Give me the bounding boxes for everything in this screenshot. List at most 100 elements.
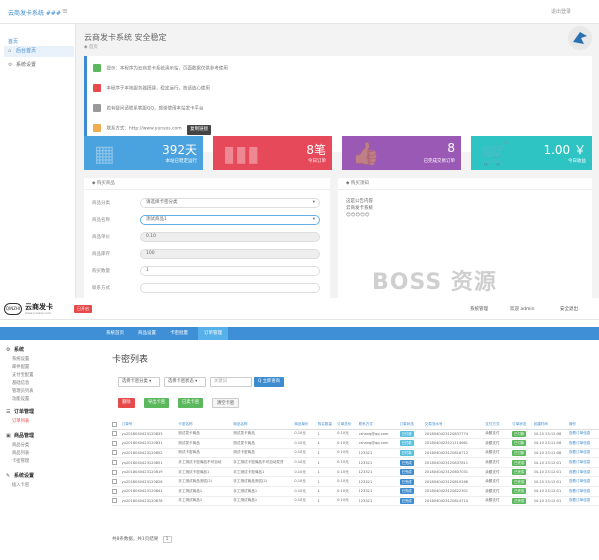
table-cell: 测试卡密商品: [178, 448, 234, 459]
row-checkbox-cell: [112, 448, 122, 459]
app-logo[interactable]: 云商发卡系统 ###: [8, 8, 61, 17]
select-all-checkbox[interactable]: [112, 421, 117, 427]
nav-item-home[interactable]: 系统首页: [100, 327, 130, 340]
sidebar-item[interactable]: 商品分类: [12, 442, 29, 448]
sidebar-item[interactable]: 系统设置: [12, 356, 29, 362]
row-checkbox[interactable]: [112, 498, 117, 504]
stat-value: 1.00 ￥: [543, 143, 586, 157]
view-order-link[interactable]: 查看订单信息: [568, 457, 599, 468]
table-cell: yu2018040423120851: [121, 457, 179, 468]
sidebar-section-system[interactable]: ⚙ 系统: [6, 346, 24, 353]
chart-icon: ▮▮▮: [223, 142, 260, 167]
view-order-link[interactable]: 查看订单信息: [568, 448, 599, 459]
row-checkbox[interactable]: [112, 440, 117, 446]
status-badge: 已付款: [399, 440, 414, 447]
table-cell: 123321: [358, 476, 400, 488]
sidebar-item[interactable]: 功能设置: [12, 396, 29, 402]
sold-cards-button[interactable]: 已卖卡密: [178, 398, 204, 408]
notice-line: 这是公告内容: [346, 199, 373, 204]
table-cell: 手工测试商品测试(2): [178, 476, 234, 488]
table-cell: 0.10元: [337, 476, 359, 488]
view-order-link[interactable]: 查看订单信息: [568, 429, 599, 440]
menu-icon[interactable]: ≡: [62, 7, 70, 15]
chevron-down-icon: ▾: [312, 217, 315, 222]
table-row[interactable]: yu2018040423120841 手工测试商品1 手工测试商品1 0.10元 1 0.…: [112, 486, 599, 497]
category-select[interactable]: 请选择卡密分类 ▾: [140, 198, 320, 208]
welcome-user[interactable]: 欢迎 admin: [510, 306, 535, 312]
view-order-link[interactable]: 查看订单信息: [568, 486, 599, 497]
table-row[interactable]: yu2018040423120819 手工测试卡密商品1 手工测试卡密商品1 0.10…: [112, 467, 599, 478]
delete-button[interactable]: 删除: [118, 398, 135, 408]
table-row[interactable]: yu2018040423120831 测试发卡商品 测试发卡商品 0.10元 1 0.10…: [112, 438, 599, 449]
export-cards-button[interactable]: 导出卡密: [144, 398, 170, 408]
row-checkbox[interactable]: [112, 488, 117, 494]
sidebar-item[interactable]: 管理员列表: [12, 388, 33, 394]
top-nav: 系统首页 商品设置 卡密批量 订单管理: [0, 327, 599, 340]
app-logo[interactable]: QINZHI 云商发卡 www.yunsos.com: [4, 302, 66, 316]
nav-item-cards[interactable]: 卡密批量: [164, 327, 194, 340]
view-order-link[interactable]: 查看订单信息: [568, 496, 599, 507]
sidebar-item[interactable]: 基础信息: [12, 380, 29, 386]
sidebar-section-settings[interactable]: ✎ 系统设置: [6, 472, 34, 479]
sidebar-item[interactable]: 插入卡密: [12, 482, 29, 488]
sidebar-section-products[interactable]: ▣ 商品管理: [6, 432, 34, 439]
row-checkbox[interactable]: [112, 431, 117, 437]
view-order-link[interactable]: 查看订单信息: [568, 438, 599, 449]
status-badge: 已完成: [512, 488, 527, 495]
sidebar-item[interactable]: 邮件配置: [12, 364, 29, 370]
status-badge: 已完成: [512, 497, 527, 504]
notice-text: 联系方式：http://www.yunsos.com: [106, 126, 182, 132]
table-cell: 04-10 23:12:08: [533, 448, 569, 459]
table-row[interactable]: yu2018040423120833 测试发卡商品 测试发卡商品 0.10元 1 0.10…: [112, 429, 599, 440]
table-row[interactable]: yu2018040423120852 测试卡密商品 测试卡密商品 0.10元 1 0.10…: [112, 448, 599, 459]
gear-icon: ⚙: [8, 62, 13, 68]
table-row[interactable]: yu2018040423120878 手工测试商品1 手工测试商品1 0.10元 1 0.…: [112, 496, 599, 507]
clear-cards-button[interactable]: 清空卡密: [212, 398, 240, 408]
system-link[interactable]: 系统管理: [470, 306, 488, 312]
product-select[interactable]: 测试商品1 ▾: [140, 215, 320, 225]
row-checkbox[interactable]: [112, 479, 117, 485]
search-button[interactable]: Q 立即查询: [254, 377, 284, 387]
copy-link-button[interactable]: 复制链接: [187, 124, 212, 135]
table-cell: 手工测试卡密商品不可自动: [178, 457, 234, 468]
field-label: 购买数量: [92, 269, 110, 274]
table-cell: 1: [317, 476, 338, 488]
page-button[interactable]: 1: [162, 536, 172, 543]
nav-item-products[interactable]: 商品设置: [132, 327, 162, 340]
column-header: 订单状态: [512, 420, 534, 430]
sidebar-item-home[interactable]: ⌂ 后台首页: [4, 46, 74, 57]
logout-link[interactable]: 退出登录: [551, 8, 571, 15]
top-header: 云商发卡系统 ### ≡ 退出登录: [0, 0, 599, 24]
table-cell: 04-10 23:12:01: [533, 486, 569, 497]
notice-item: 本程序于本地服务器搭建，稳定运行，故请放心使用: [93, 84, 210, 94]
sidebar-item[interactable]: 支付宝配置: [12, 372, 33, 378]
column-header: 订单号: [121, 420, 179, 430]
row-checkbox[interactable]: [112, 460, 117, 466]
notice-item: 提示：本程序为云商发卡系统演示站，页面数据仅供参考使用: [93, 64, 228, 74]
table-row[interactable]: yu2018040423120851 手工测试卡密商品不可自动 手工测试卡密商品不可…: [112, 457, 599, 468]
table-cell: 0.10元: [337, 448, 359, 459]
view-order-link[interactable]: 查看订单信息: [568, 467, 599, 478]
status-badge: 已付款: [512, 430, 527, 437]
contact-input[interactable]: [140, 283, 320, 293]
column-header: 商品名称: [233, 420, 295, 430]
logout-link[interactable]: 安全退出: [560, 306, 578, 312]
column-header: 联系方式: [358, 420, 400, 430]
sidebar-item-order-list[interactable]: 订单列表: [12, 418, 29, 424]
keyword-input[interactable]: 关键词: [210, 377, 252, 387]
quantity-input[interactable]: 1: [140, 266, 320, 276]
bird-logo-icon: [568, 26, 592, 50]
sidebar-section-orders[interactable]: ☰ 订单管理: [6, 408, 34, 415]
sidebar-item-settings[interactable]: ⚙ 系统设置: [4, 60, 74, 71]
nav-item-orders[interactable]: 订单管理: [198, 327, 228, 340]
row-checkbox[interactable]: [112, 450, 117, 456]
sidebar-item[interactable]: 商品列表: [12, 450, 29, 456]
sidebar-item[interactable]: 卡密管理: [12, 458, 29, 464]
table-cell: 04-10 23:12:01: [533, 476, 569, 488]
row-checkbox[interactable]: [112, 469, 117, 475]
view-order-link[interactable]: 查看订单信息: [568, 476, 599, 488]
status-filter-select[interactable]: 选择卡密状态 ▾: [164, 377, 206, 387]
table-row[interactable]: yu2018040423120826 手工测试商品测试(2) 手工测试商品测试(2)…: [112, 476, 599, 488]
category-filter-select[interactable]: 选择卡密分类 ▾: [118, 377, 160, 387]
stock-field: 100: [140, 249, 320, 259]
